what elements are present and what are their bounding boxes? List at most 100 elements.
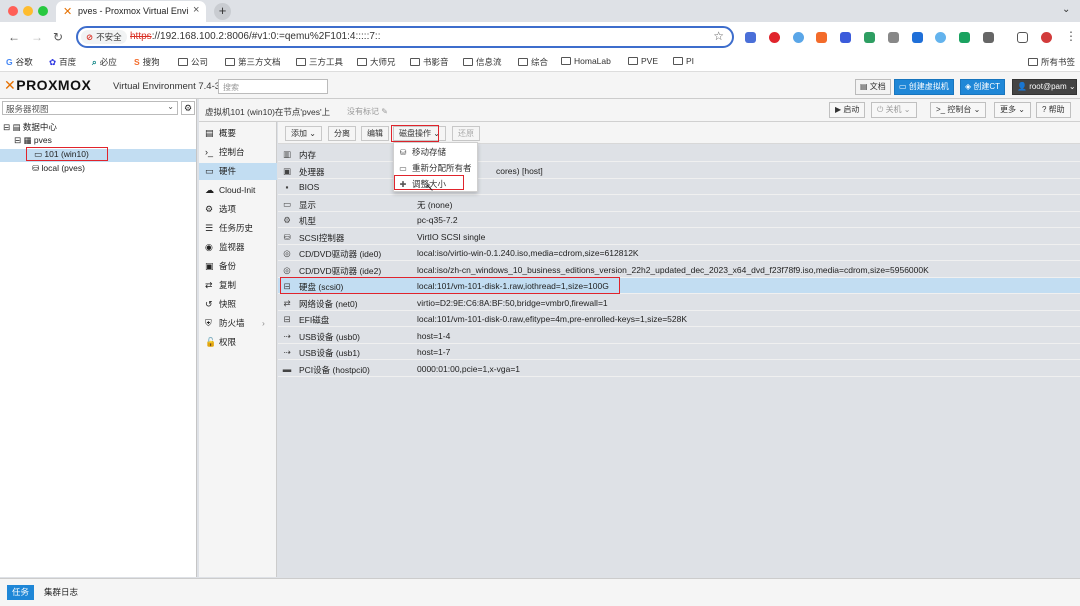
orange-extension-icon[interactable] xyxy=(816,32,827,43)
detach-button[interactable]: 分离 xyxy=(328,126,356,141)
table-row[interactable]: ◎ CD/DVD驱动器 (ide2) local:iso/zh-cn_windows… xyxy=(278,262,1080,278)
create-ct-button[interactable]: ◈ 创建CT xyxy=(960,79,1006,95)
bookmark-folder[interactable]: 三方工具 xyxy=(296,56,343,68)
shield-extension-icon[interactable] xyxy=(840,32,851,43)
tab-search-chevron-icon[interactable]: ⌄ xyxy=(1062,4,1070,15)
reload-icon[interactable]: ↻ xyxy=(53,30,63,44)
menu-item-reassign-owner[interactable]: ▭ 重新分配所有者 xyxy=(394,160,477,176)
table-row[interactable]: ⇢ USB设备 (usb1) host=1-7 xyxy=(278,344,1080,360)
back-arrow-icon[interactable]: ← xyxy=(8,30,20,44)
power-icon: ⏻ xyxy=(877,105,886,114)
table-row[interactable]: ⚙ 机型 pc-q35-7.2 xyxy=(278,212,1080,228)
table-row[interactable]: ⊟ EFI磁盘 local:101/vm-101-disk-0.raw,efityp… xyxy=(278,311,1080,327)
tab-cluster-log[interactable]: 集群日志 xyxy=(39,585,83,600)
table-row[interactable]: ⛁ SCSI控制器 VirtIO SCSI single xyxy=(278,229,1080,245)
nav-permissions[interactable]: 🔓 权限 xyxy=(199,334,277,351)
cloud2-extension-icon[interactable] xyxy=(935,32,946,43)
table-row[interactable]: ⇢ USB设备 (usb0) host=1-4 xyxy=(278,328,1080,344)
maximize-window-button[interactable] xyxy=(38,6,48,16)
bookmark-folder[interactable]: PI xyxy=(673,56,694,66)
tree-node-datacenter[interactable]: ⊟ ▤ 数据中心 xyxy=(3,121,57,134)
browser-tab[interactable]: ✕ pves - Proxmox Virtual Environment × xyxy=(56,1,206,22)
docs-button[interactable]: ▤ 文档 xyxy=(855,79,891,95)
opera-extension-icon[interactable] xyxy=(769,32,780,43)
bookmark-folder[interactable]: HomaLab xyxy=(561,56,611,66)
gear-icon[interactable]: ⚙ xyxy=(181,101,195,115)
browser-menu-icon[interactable]: ⋮ xyxy=(1065,29,1077,43)
search-input[interactable]: 搜索 xyxy=(218,79,328,94)
bookmark-folder[interactable]: PVE xyxy=(628,56,658,66)
add-button[interactable]: 添加 ⌄ xyxy=(285,126,322,141)
usb-icon: ⇢ xyxy=(283,347,291,357)
more-button[interactable]: 更多 ⌄ xyxy=(994,102,1031,118)
nav-cloud-init[interactable]: ☁ Cloud-Init xyxy=(199,182,277,199)
bookmark-folder[interactable]: 大师兄 xyxy=(357,56,396,68)
bookmark-folder[interactable]: 第三方文档 xyxy=(225,56,281,68)
nav-snapshots[interactable]: ↺ 快照 xyxy=(199,296,277,313)
table-row[interactable]: ⇄ 网络设备 (net0) virtio=D2:9E:C6:8A:BF:50,bri… xyxy=(278,295,1080,311)
cloud-extension-icon[interactable] xyxy=(793,32,804,43)
sheet-extension-icon[interactable] xyxy=(959,32,970,43)
bookmark-folder[interactable]: 书影音 xyxy=(410,56,449,68)
vm-config-nav: ▤ 概要 ›_ 控制台 ▭ 硬件 ☁ Cloud-Init ⚙ 选项 ☰ 任务历史 ◉ 监视器… xyxy=(199,122,277,577)
bookmark-folder[interactable]: 信息流 xyxy=(463,56,502,68)
nav-firewall[interactable]: ⛨ 防火墙 › xyxy=(199,315,277,332)
forward-arrow-icon[interactable]: → xyxy=(31,30,43,44)
blue-extension-icon[interactable] xyxy=(912,32,923,43)
table-row[interactable]: ▬ PCI设备 (hostpci0) 0000:01:00,pcie=1,x-vga… xyxy=(278,361,1080,377)
nav-replication[interactable]: ⇄ 复制 xyxy=(199,277,277,294)
table-row[interactable]: ▭ 显示无 (none) xyxy=(278,196,1080,212)
all-bookmarks-folder[interactable]: 所有书签 xyxy=(1028,56,1075,68)
console-button[interactable]: >_ 控制台 ⌄ xyxy=(930,102,987,118)
usb-icon: ⇢ xyxy=(283,331,291,341)
nav-options[interactable]: ⚙ 选项 xyxy=(199,201,277,218)
unlock-icon: 🔓 xyxy=(205,337,217,347)
bookmark-folder[interactable]: 综合 xyxy=(518,56,548,68)
list-icon: ☰ xyxy=(205,223,214,233)
table-row[interactable]: ◎ CD/DVD驱动器 (ide0) local:iso/virtio-win-0.… xyxy=(278,245,1080,261)
tree-node-storage-local[interactable]: ⛁ local (pves) xyxy=(32,163,85,176)
start-button[interactable]: ▶ 启动 xyxy=(829,102,866,118)
eye-icon: ◉ xyxy=(205,242,213,252)
user-menu-button[interactable]: 👤 root@pam ⌄ xyxy=(1012,79,1077,95)
product-version: Virtual Environment 7.4-3 xyxy=(113,81,221,92)
nav-monitor[interactable]: ◉ 监视器 xyxy=(199,239,277,256)
highlight-box-vm xyxy=(26,147,108,161)
revert-button[interactable]: 还原 xyxy=(452,126,480,141)
address-bar[interactable]: ⊘ 不安全 https://192.168.100.2:8006/#v1:0:=q… xyxy=(76,26,734,48)
nav-task-history[interactable]: ☰ 任务历史 xyxy=(199,220,277,237)
bookmark-item[interactable]: S 搜狗 xyxy=(134,56,160,68)
insecure-badge[interactable]: ⊘ 不安全 xyxy=(81,30,127,44)
tab-tasks[interactable]: 任务 xyxy=(7,585,35,600)
profile-avatar[interactable] xyxy=(1041,32,1052,43)
bracket-extension-icon[interactable] xyxy=(888,32,899,43)
sidebar-panel-icon[interactable] xyxy=(1017,32,1028,43)
nav-backup[interactable]: ▣ 备份 xyxy=(199,258,277,275)
translate-extension-icon[interactable] xyxy=(745,32,756,43)
proxmox-header: ✕PROXMOX Virtual Environment 7.4-3 搜索 ▤ … xyxy=(0,72,1080,99)
nav-summary[interactable]: ▤ 概要 xyxy=(199,125,277,142)
puzzle-extensions-icon[interactable] xyxy=(983,32,994,43)
minimize-window-button[interactable] xyxy=(23,6,33,16)
tags-field[interactable]: 没有标记 ✎ xyxy=(347,106,388,117)
view-selector[interactable]: 服务器视图 ⌄ xyxy=(2,101,178,115)
create-vm-button[interactable]: ▭ 创建虚拟机 xyxy=(894,79,954,95)
green-extension-icon[interactable] xyxy=(864,32,875,43)
bookmark-folder[interactable]: 公司 xyxy=(178,56,208,68)
bookmark-item[interactable]: G 谷歌 xyxy=(6,56,33,68)
tab-close-icon[interactable]: × xyxy=(193,4,199,16)
edit-button[interactable]: 编辑 xyxy=(361,126,389,141)
server-icon: ▤ xyxy=(12,122,23,132)
floppy-icon: ▣ xyxy=(205,261,214,271)
close-window-button[interactable] xyxy=(8,6,18,16)
retweet-icon: ⇄ xyxy=(205,280,213,290)
new-tab-button[interactable]: + xyxy=(214,3,231,20)
bookmark-item[interactable]: ✿ 百度 xyxy=(49,56,76,68)
nav-hardware[interactable]: ▭ 硬件 xyxy=(199,163,277,180)
shutdown-button[interactable]: ⏻ 关机 ⌄ xyxy=(871,102,917,118)
help-button[interactable]: ? 帮助 xyxy=(1036,102,1071,118)
nav-console[interactable]: ›_ 控制台 xyxy=(199,144,277,161)
bookmark-item[interactable]: ⌕ 必应 xyxy=(92,56,117,68)
menu-item-move-storage[interactable]: ⛁ 移动存储 xyxy=(394,144,477,160)
bookmark-star-icon[interactable]: ☆ xyxy=(713,29,724,43)
